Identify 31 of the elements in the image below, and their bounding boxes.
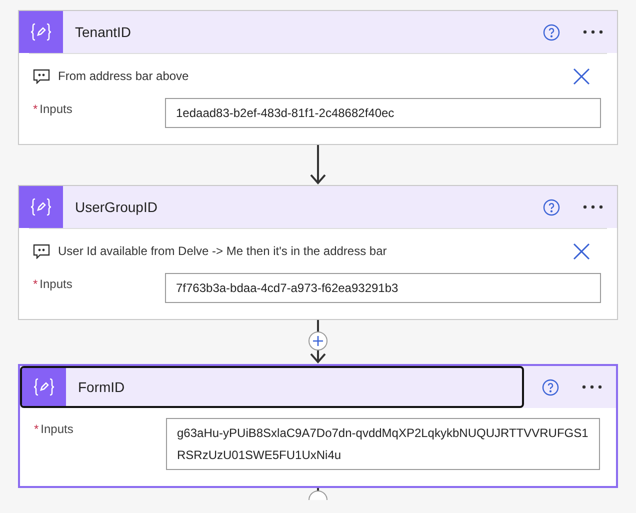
help-icon	[542, 24, 560, 40]
input-field[interactable]: 1edaad83-b2ef-483d-81f1-2c48682f40ec	[165, 98, 601, 128]
variable-icon	[30, 23, 52, 41]
card-title: TenantID	[75, 24, 132, 40]
required-mark: *	[34, 421, 39, 436]
card-title: FormID	[78, 379, 125, 395]
more-icon	[583, 205, 603, 209]
comment-icon	[33, 68, 50, 84]
action-card[interactable]: FormID * Inputs g63aHu-yPUiB8SxlaC9A7Do7dn-qvddMqXP2LqkykbNUQUJRTTVVRUFGS1RSRzUzU01SWE5FU1UxNi4u	[18, 364, 618, 488]
comment-text: User Id available from Delve -> Me then it's in the address bar	[58, 244, 388, 258]
help-icon	[542, 378, 558, 396]
close-icon	[572, 68, 590, 84]
more-icon	[582, 385, 602, 389]
arrow-connector	[310, 145, 326, 185]
action-card[interactable]: UserGroupID User Id available from Delve -> Me then it's in the address bar * Inputs 7f763b3a-bdaa-4cd7-a973-f62ea93291b3	[18, 185, 618, 320]
variable-icon	[33, 378, 55, 396]
action-card[interactable]: TenantID From address bar above * Inputs 1edaad83-b2ef-483d-81f1-2c48682f40ec	[18, 10, 618, 145]
input-label: Inputs	[40, 101, 72, 116]
variable-icon	[30, 198, 52, 216]
input-field[interactable]: g63aHu-yPUiB8SxlaC9A7Do7dn-qvddMqXP2LqkykbNUQUJRTTVVRUFGS1RSRzUzU01SWE5FU1UxNi4u	[166, 418, 600, 470]
help-icon	[542, 198, 560, 216]
input-label: Inputs	[40, 421, 74, 436]
card-title: UserGroupID	[75, 199, 158, 215]
required-mark: *	[33, 101, 38, 116]
comment-icon	[33, 244, 50, 258]
required-mark: *	[33, 276, 38, 291]
comment-text: From address bar above	[58, 69, 190, 83]
close-icon	[572, 242, 590, 260]
more-icon	[583, 30, 603, 34]
input-field[interactable]: 7f763b3a-bdaa-4cd7-a973-f62ea93291b3	[165, 273, 601, 303]
input-label: Inputs	[40, 276, 72, 291]
